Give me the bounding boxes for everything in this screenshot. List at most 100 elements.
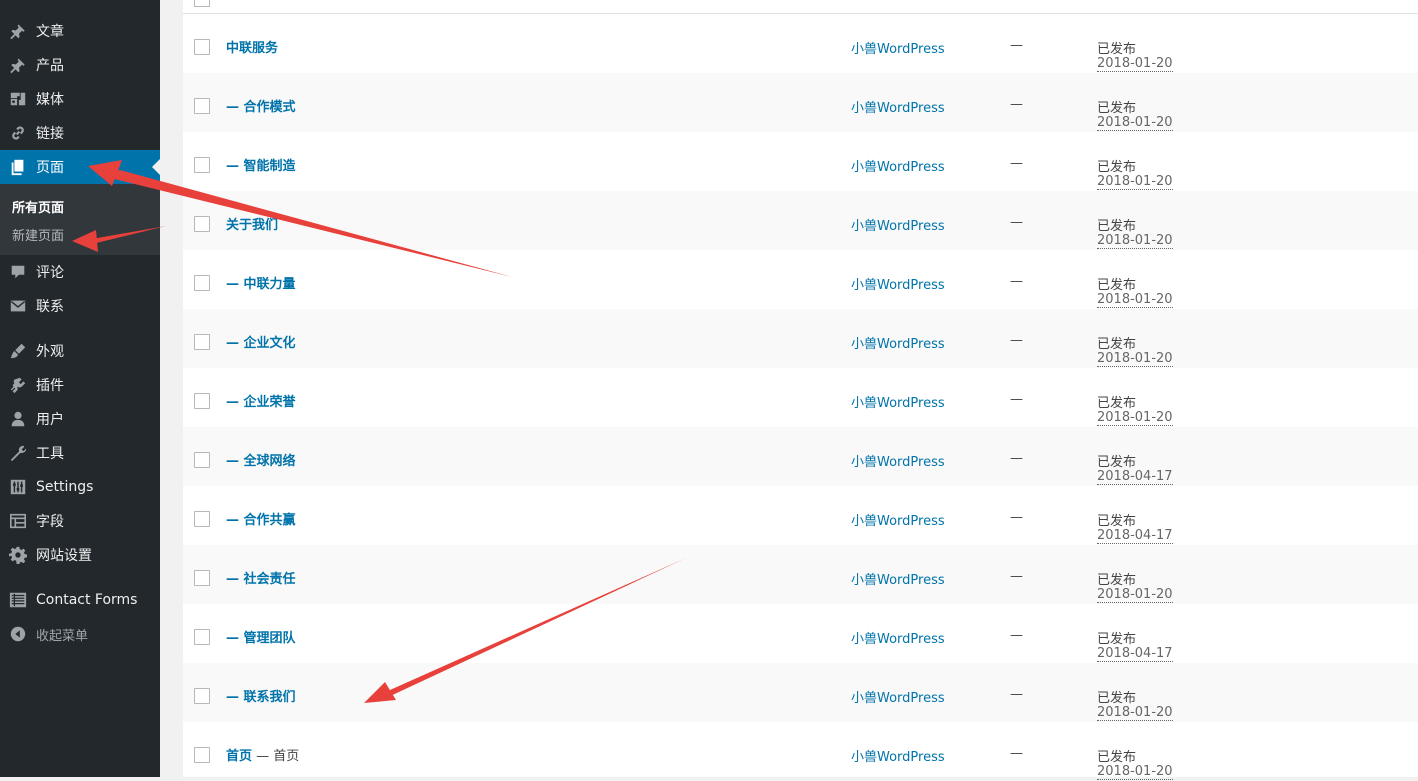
- menu-fields[interactable]: 字段: [0, 504, 160, 538]
- row-checkbox[interactable]: [194, 393, 210, 409]
- menu-links[interactable]: 链接: [0, 116, 160, 150]
- page-icon: [8, 157, 28, 177]
- row-checkbox[interactable]: [194, 629, 210, 645]
- menu-plugins[interactable]: 插件: [0, 368, 160, 402]
- page-title-link[interactable]: 中联服务: [226, 37, 278, 56]
- status-text: 已发布: [1097, 750, 1137, 765]
- author-link[interactable]: 小兽WordPress: [851, 451, 945, 470]
- row-checkbox[interactable]: [194, 39, 210, 55]
- comments-count: —: [1010, 392, 1023, 407]
- author-link[interactable]: 小兽WordPress: [851, 215, 945, 234]
- menu-users[interactable]: 用户: [0, 402, 160, 436]
- author-link[interactable]: 小兽WordPress: [851, 38, 945, 57]
- menu-label: 文章: [36, 24, 64, 40]
- row-checkbox[interactable]: [194, 334, 210, 350]
- menu-appearance[interactable]: 外观: [0, 334, 160, 368]
- row-checkbox[interactable]: [194, 216, 210, 232]
- status-text: 已发布: [1097, 219, 1137, 234]
- comments-count: —: [1010, 38, 1023, 53]
- select-all-checkbox[interactable]: [194, 0, 210, 7]
- author-link[interactable]: 小兽WordPress: [851, 510, 945, 529]
- submenu-all-pages[interactable]: 所有页面: [12, 197, 64, 216]
- author-link[interactable]: 小兽WordPress: [851, 392, 945, 411]
- menu-label: 插件: [36, 378, 64, 394]
- page-title-link[interactable]: — 联系我们: [226, 686, 296, 705]
- mail-icon: [8, 296, 28, 316]
- menu-label: 工具: [36, 446, 64, 462]
- table-row: 首页 — 首页 小兽WordPress — 已发布 2018-01-20: [183, 722, 1418, 781]
- date-text: 2018-01-20: [1097, 115, 1173, 131]
- comments-count: —: [1010, 215, 1023, 230]
- menu-label: 用户: [36, 412, 64, 428]
- menu-label: 收起菜单: [36, 628, 89, 644]
- page-title-link[interactable]: — 社会责任: [226, 568, 296, 587]
- menu-site-settings[interactable]: 网站设置: [0, 538, 160, 572]
- page-title-link[interactable]: — 中联力量: [226, 273, 296, 292]
- row-checkbox[interactable]: [194, 570, 210, 586]
- page-title-link[interactable]: 关于我们: [226, 214, 278, 233]
- page-title-link[interactable]: 首页 — 首页: [226, 745, 299, 764]
- row-checkbox[interactable]: [194, 275, 210, 291]
- page-title-link[interactable]: — 企业文化: [226, 332, 296, 351]
- date-text: 2018-01-20: [1097, 351, 1173, 367]
- status-text: 已发布: [1097, 514, 1137, 529]
- plugin-icon: [8, 375, 28, 395]
- status-text: 已发布: [1097, 42, 1137, 57]
- page-title-link[interactable]: — 管理团队: [226, 627, 296, 646]
- menu-settings[interactable]: Settings: [0, 470, 160, 504]
- author-link[interactable]: 小兽WordPress: [851, 156, 945, 175]
- menu-posts[interactable]: 文章: [0, 14, 160, 48]
- date-text: 2018-01-20: [1097, 174, 1173, 190]
- menu-products[interactable]: 产品: [0, 48, 160, 82]
- menu-collapse[interactable]: 收起菜单: [0, 617, 160, 651]
- date-text: 2018-01-20: [1097, 587, 1173, 603]
- table-row: — 合作共赢 小兽WordPress — 已发布 2018-04-17: [183, 486, 1418, 545]
- menu-comments[interactable]: 评论: [0, 255, 160, 289]
- page-title-link[interactable]: — 企业荣誉: [226, 391, 296, 410]
- menu-media[interactable]: 媒体: [0, 82, 160, 116]
- comments-count: —: [1010, 687, 1023, 702]
- table-row: — 社会责任 小兽WordPress — 已发布 2018-01-20: [183, 545, 1418, 604]
- page-title-link[interactable]: — 全球网络: [226, 450, 296, 469]
- menu-contact-forms[interactable]: Contact Forms: [0, 583, 160, 617]
- user-icon: [8, 409, 28, 429]
- menu-label: 链接: [36, 126, 64, 142]
- row-checkbox[interactable]: [194, 157, 210, 173]
- author-link[interactable]: 小兽WordPress: [851, 97, 945, 116]
- row-checkbox[interactable]: [194, 688, 210, 704]
- menu-tools[interactable]: 工具: [0, 436, 160, 470]
- page-title-link[interactable]: — 智能制造: [226, 155, 296, 174]
- row-checkbox[interactable]: [194, 747, 210, 763]
- table-row: — 中联力量 小兽WordPress — 已发布 2018-01-20: [183, 250, 1418, 309]
- table-row: — 管理团队 小兽WordPress — 已发布 2018-04-17: [183, 604, 1418, 663]
- brush-icon: [8, 341, 28, 361]
- menu-label: 外观: [36, 344, 64, 360]
- menu-label: 网站设置: [36, 548, 92, 564]
- wrench-icon: [8, 443, 28, 463]
- table-row: — 企业文化 小兽WordPress — 已发布 2018-01-20: [183, 309, 1418, 368]
- comment-icon: [8, 262, 28, 282]
- row-checkbox[interactable]: [194, 511, 210, 527]
- forms-icon: [8, 590, 28, 610]
- menu-contact[interactable]: 联系: [0, 289, 160, 323]
- author-link[interactable]: 小兽WordPress: [851, 333, 945, 352]
- submenu-new-page[interactable]: 新建页面: [12, 225, 64, 244]
- author-link[interactable]: 小兽WordPress: [851, 746, 945, 765]
- author-link[interactable]: 小兽WordPress: [851, 569, 945, 588]
- author-link[interactable]: 小兽WordPress: [851, 628, 945, 647]
- status-text: 已发布: [1097, 632, 1137, 647]
- page-title-link[interactable]: — 合作模式: [226, 96, 296, 115]
- pushpin-icon: [8, 55, 28, 75]
- row-checkbox[interactable]: [194, 98, 210, 114]
- table-header: [183, 0, 1418, 14]
- page-title-link[interactable]: — 合作共赢: [226, 509, 296, 528]
- comments-count: —: [1010, 510, 1023, 525]
- gear-icon: [8, 545, 28, 565]
- table-row: — 智能制造 小兽WordPress — 已发布 2018-01-20: [183, 132, 1418, 191]
- menu-pages[interactable]: 页面: [0, 150, 160, 184]
- author-link[interactable]: 小兽WordPress: [851, 687, 945, 706]
- collapse-icon: [8, 624, 28, 644]
- comments-count: —: [1010, 274, 1023, 289]
- row-checkbox[interactable]: [194, 452, 210, 468]
- author-link[interactable]: 小兽WordPress: [851, 274, 945, 293]
